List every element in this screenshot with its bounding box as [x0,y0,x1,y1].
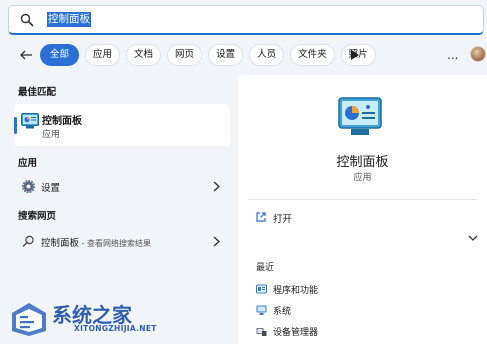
filter-tabs: 全部 应用 文档 网页 设置 人员 文件夹 照片 [40,44,376,66]
open-external-icon[interactable] [256,212,266,222]
app-item-label: 设置 [41,183,61,194]
web-item-title: 控制面板 [41,238,80,249]
device-manager-icon [256,328,267,336]
divider [248,199,477,200]
watermark-url: XITONGZHIJIA.NET [74,324,157,333]
recent-header: 最近 [256,263,275,273]
gear-icon [22,180,35,193]
recent-item-label: 程序和功能 [273,286,319,296]
best-match-header: 最佳匹配 [18,87,57,98]
selection-indicator [14,117,17,134]
avatar[interactable] [470,46,486,62]
filter-folders[interactable]: 文件夹 [290,44,335,66]
app-item-settings[interactable]: 设置 [14,175,230,199]
back-arrow-icon[interactable] [18,47,34,63]
recent-item-label: 系统 [273,307,292,317]
control-panel-icon [21,113,39,129]
best-match-item[interactable]: 控制面板 应用 [14,104,230,146]
filter-documents[interactable]: 文档 [126,44,162,66]
more-icon[interactable]: ... [447,49,458,61]
web-item-desc: - 查看网络搜索结果 [79,239,151,248]
detail-subtitle: 应用 [353,173,372,183]
best-match-subtitle: 应用 [42,130,61,140]
apps-header: 应用 [18,158,38,169]
web-header: 搜索网页 [18,211,57,222]
filter-people[interactable]: 人员 [249,44,285,66]
filter-settings[interactable]: 设置 [208,44,244,66]
detail-title: 控制面板 [336,155,389,170]
system-icon [256,305,267,315]
best-match-title: 控制面板 [42,116,82,127]
search-input[interactable]: 控制面板 [47,12,91,27]
recent-item-label: 设备管理器 [273,328,319,338]
filter-web[interactable]: 网页 [167,44,203,66]
chevron-right-icon[interactable] [213,181,220,192]
search-icon [20,13,34,27]
search-box[interactable]: 控制面板 [8,5,484,35]
open-button[interactable]: 打开 [273,211,292,225]
play-icon[interactable] [351,50,359,60]
chevron-down-icon[interactable] [468,235,478,242]
web-item-label: 控制面板 - 查看网络搜索结果 [41,235,151,249]
search-icon [22,235,34,247]
watermark-logo-icon [12,303,46,336]
watermark: 系统之家 XITONGZHIJIA.NET [8,297,158,341]
web-item-control-panel[interactable]: 控制面板 - 查看网络搜索结果 [14,230,230,254]
programs-icon [256,284,267,294]
detail-pane: 控制面板 应用 打开 最近 程序和功能 系统 设备管理器 [238,75,487,344]
control-panel-icon [338,97,382,135]
filter-all[interactable]: 全部 [40,44,80,66]
filter-apps[interactable]: 应用 [85,44,121,66]
chevron-right-icon[interactable] [213,236,220,247]
